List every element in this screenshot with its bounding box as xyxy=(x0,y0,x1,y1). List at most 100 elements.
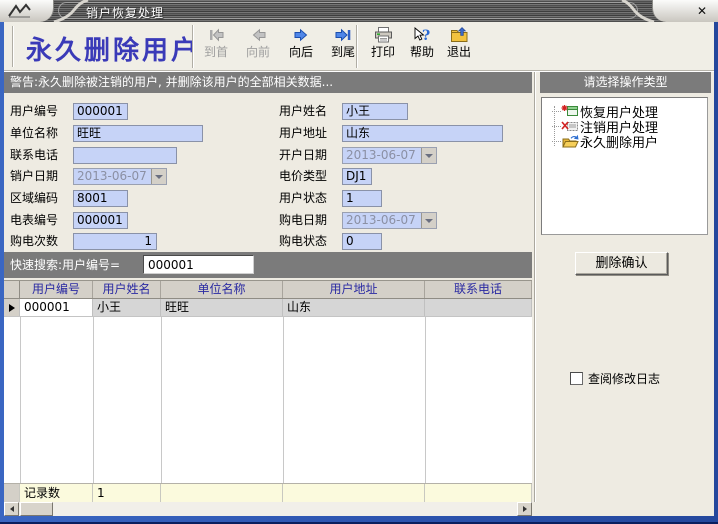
user-id-field[interactable]: 000001 xyxy=(73,103,128,120)
scrollbar-thumb[interactable] xyxy=(20,502,53,516)
exit-button[interactable]: 退出 xyxy=(439,26,479,68)
purchase-count-field[interactable]: 1 xyxy=(73,233,157,250)
cell-unit-name[interactable]: 旺旺 xyxy=(161,299,283,316)
window-title: 销户恢复处理 xyxy=(86,4,164,21)
grid-column-header[interactable]: 联系电话 xyxy=(425,281,532,298)
grid-line xyxy=(425,317,426,483)
user-status-field[interactable]: 1 xyxy=(342,190,382,207)
dropdown-arrow-icon[interactable] xyxy=(421,148,436,163)
dropdown-arrow-icon[interactable] xyxy=(421,213,436,228)
view-log-checkbox[interactable] xyxy=(570,372,583,385)
phone-field[interactable] xyxy=(73,147,177,164)
print-icon xyxy=(363,26,403,43)
field-label: 购电次数 xyxy=(10,233,58,250)
meter-id-field[interactable]: 000001 xyxy=(73,212,128,229)
field-label: 单位名称 xyxy=(10,125,58,142)
grid-column-header[interactable]: 用户编号 xyxy=(20,281,93,298)
titlebar-right-tab: ✕ xyxy=(652,0,718,22)
divider xyxy=(192,25,194,68)
close-icon[interactable]: ✕ xyxy=(692,3,712,19)
help-icon: ? xyxy=(402,26,442,43)
field-label: 购电状态 xyxy=(279,233,327,250)
scroll-left-icon[interactable] xyxy=(4,502,19,516)
main-panel-divider xyxy=(534,72,536,502)
grid-column-header[interactable]: 单位名称 xyxy=(161,281,283,298)
grid-footer-row: 记录数 1 xyxy=(4,483,532,503)
field-label: 区域编码 xyxy=(10,190,58,207)
next-record-button[interactable]: 向后 xyxy=(281,26,321,68)
titlebar-swoosh-right xyxy=(620,0,656,22)
grid-selector-header xyxy=(4,281,20,298)
print-button[interactable]: 打印 xyxy=(363,26,403,68)
field-label: 用户地址 xyxy=(279,125,327,142)
cell-user-id[interactable]: 000001 xyxy=(20,299,93,316)
field-label: 联系电话 xyxy=(10,147,58,164)
record-count-value: 1 xyxy=(93,484,161,503)
purchase-status-field[interactable]: 0 xyxy=(342,233,382,250)
titlebar-left-tab xyxy=(0,0,54,22)
operation-type-header: 请选择操作类型 xyxy=(540,72,711,93)
grid-line xyxy=(93,317,94,483)
cell-user-address[interactable]: 山东 xyxy=(283,299,425,316)
grid-column-header[interactable]: 用户地址 xyxy=(283,281,425,298)
title-bar: 销户恢复处理 ✕ xyxy=(0,0,718,22)
cancel-user-icon xyxy=(561,119,580,133)
record-count-label: 记录数 xyxy=(20,484,93,503)
tree-item-delete-user[interactable]: 永久删除用户 xyxy=(552,133,658,149)
footer-selector-cell xyxy=(4,484,20,503)
page-title: 永久删除用户 xyxy=(26,30,200,67)
field-label: 电价类型 xyxy=(279,168,327,185)
delete-confirm-button[interactable]: 删除确认 xyxy=(575,252,668,275)
warning-bar: 警告:永久删除被注销的用户, 并删除该用户的全部相关数据... xyxy=(4,72,532,93)
window-content: 永久删除用户 到首 向前 向后 xyxy=(4,22,714,516)
field-label: 开户日期 xyxy=(279,147,327,164)
toolbar: 永久删除用户 到首 向前 向后 xyxy=(4,22,714,71)
operation-tree: 恢复用户处理 注销用户处理 永久删除用户 xyxy=(541,97,708,235)
dropdown-arrow-icon[interactable] xyxy=(151,169,166,184)
quick-search-input[interactable] xyxy=(143,255,254,274)
next-record-icon xyxy=(281,26,321,43)
scroll-right-icon[interactable] xyxy=(517,502,532,516)
purchase-date-combo[interactable]: 2013-06-07 xyxy=(342,212,437,229)
user-name-field[interactable]: 小王 xyxy=(342,103,408,120)
user-grid: 用户编号 用户姓名 单位名称 用户地址 联系电话 000001 小王 旺旺 山东 xyxy=(4,280,532,502)
cell-user-name[interactable]: 小王 xyxy=(93,299,161,316)
divider xyxy=(356,25,358,68)
restore-user-icon xyxy=(561,104,580,118)
table-row[interactable]: 000001 小王 旺旺 山东 xyxy=(4,299,532,317)
divider xyxy=(12,26,14,67)
view-log-label: 查阅修改日志 xyxy=(588,370,660,387)
quick-search-bar: 快速搜索:用户编号= xyxy=(4,252,532,278)
first-record-button[interactable]: 到首 xyxy=(196,26,236,68)
region-code-field[interactable]: 8001 xyxy=(73,190,128,207)
field-label: 销户日期 xyxy=(10,168,58,185)
user-address-field[interactable]: 山东 xyxy=(342,125,503,142)
unit-name-field[interactable]: 旺旺 xyxy=(73,125,203,142)
field-label: 购电日期 xyxy=(279,212,327,229)
field-label: 用户姓名 xyxy=(279,103,327,120)
quick-search-label: 快速搜索:用户编号= xyxy=(10,252,120,278)
first-record-icon xyxy=(196,26,236,43)
field-label: 用户编号 xyxy=(10,103,58,120)
open-date-combo[interactable]: 2013-06-07 xyxy=(342,147,437,164)
close-date-combo[interactable]: 2013-06-07 xyxy=(73,168,167,185)
help-button[interactable]: ? 帮助 xyxy=(402,26,442,68)
field-label: 电表编号 xyxy=(10,212,58,229)
grid-line xyxy=(161,317,162,483)
horizontal-scrollbar[interactable] xyxy=(4,502,532,516)
grid-line xyxy=(283,317,284,483)
price-type-field[interactable]: DJ1 xyxy=(342,168,372,185)
field-label: 用户状态 xyxy=(279,190,327,207)
app-logo-icon xyxy=(6,2,36,20)
svg-text:?: ? xyxy=(422,28,430,43)
application-window: 销户恢复处理 ✕ 永久删除用户 到首 向前 xyxy=(0,0,718,524)
titlebar-swoosh-left xyxy=(50,0,90,22)
grid-line xyxy=(20,317,21,483)
cell-phone[interactable] xyxy=(425,299,532,316)
prev-record-button[interactable]: 向前 xyxy=(238,26,278,68)
prev-record-icon xyxy=(238,26,278,43)
view-log-checkbox-row: 查阅修改日志 xyxy=(570,370,660,387)
grid-column-header[interactable]: 用户姓名 xyxy=(93,281,161,298)
delete-user-icon xyxy=(561,134,580,149)
exit-icon xyxy=(439,26,479,43)
